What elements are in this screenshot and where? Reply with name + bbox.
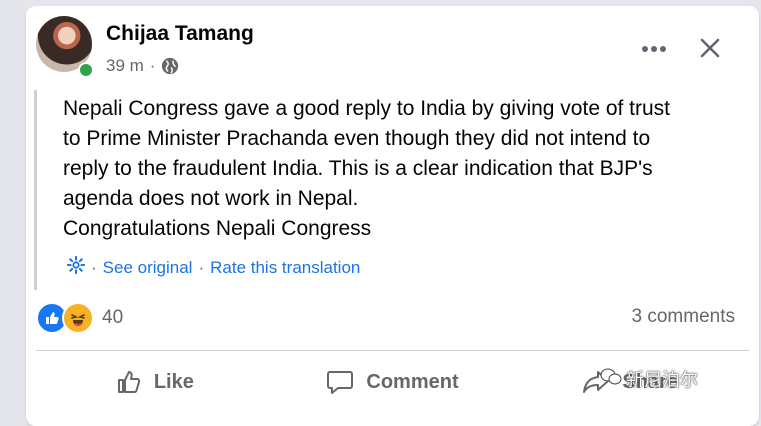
watermark-text: 新尼泊尔 [626,370,698,390]
translation-separator: · [91,257,97,277]
comment-bubble-icon [327,371,354,394]
post-text-line: agenda does not work in Nepal. [63,187,359,210]
translated-post-block: Nepali Congress gave a good reply to Ind… [34,90,734,290]
post-text-line: Congratulations Nepali Congress [63,217,372,240]
post-text-line: to Prime Minister Prachanda even though … [63,127,651,150]
comment-label: Comment [366,370,459,393]
translation-bar: · See original · Rate this translation [66,255,360,279]
reaction-count: 40 [102,307,124,328]
thumbs-up-icon [117,371,140,393]
comments-count-link[interactable]: 3 comments [632,306,735,328]
reactions-summary[interactable]: 40 [36,302,123,334]
close-icon [700,38,720,58]
post-text-line: reply to the fraudulent India. This is a… [63,157,653,180]
globe-icon[interactable] [161,57,179,75]
translation-separator: · [198,257,205,277]
close-button[interactable] [692,30,728,66]
post-text-line: Nepali Congress gave a good reply to Ind… [63,97,671,120]
online-status-dot [78,62,94,78]
like-button[interactable]: Like [36,356,274,408]
wechat-logo-icon [600,368,622,391]
more-dots-icon [642,46,666,52]
post-card: Chijaa Tamang 39 m · Nepali Congress gav… [26,6,759,426]
haha-icon [62,302,94,334]
more-options-button[interactable] [636,34,672,64]
meta-separator: · [149,56,156,75]
comment-button[interactable]: Comment [274,356,512,408]
rate-translation-link[interactable]: Rate this translation [210,258,360,278]
see-original-link[interactable]: See original [103,258,193,278]
post-meta: 39 m · [106,56,179,76]
post-text: Nepali Congress gave a good reply to Ind… [63,90,734,244]
actions-divider [36,350,749,351]
translate-gear-icon[interactable] [66,255,86,279]
post-time[interactable]: 39 m [106,56,144,76]
post-author[interactable]: Chijaa Tamang [106,22,254,46]
like-label: Like [153,370,194,393]
watermark: 新尼泊尔 [600,366,698,392]
